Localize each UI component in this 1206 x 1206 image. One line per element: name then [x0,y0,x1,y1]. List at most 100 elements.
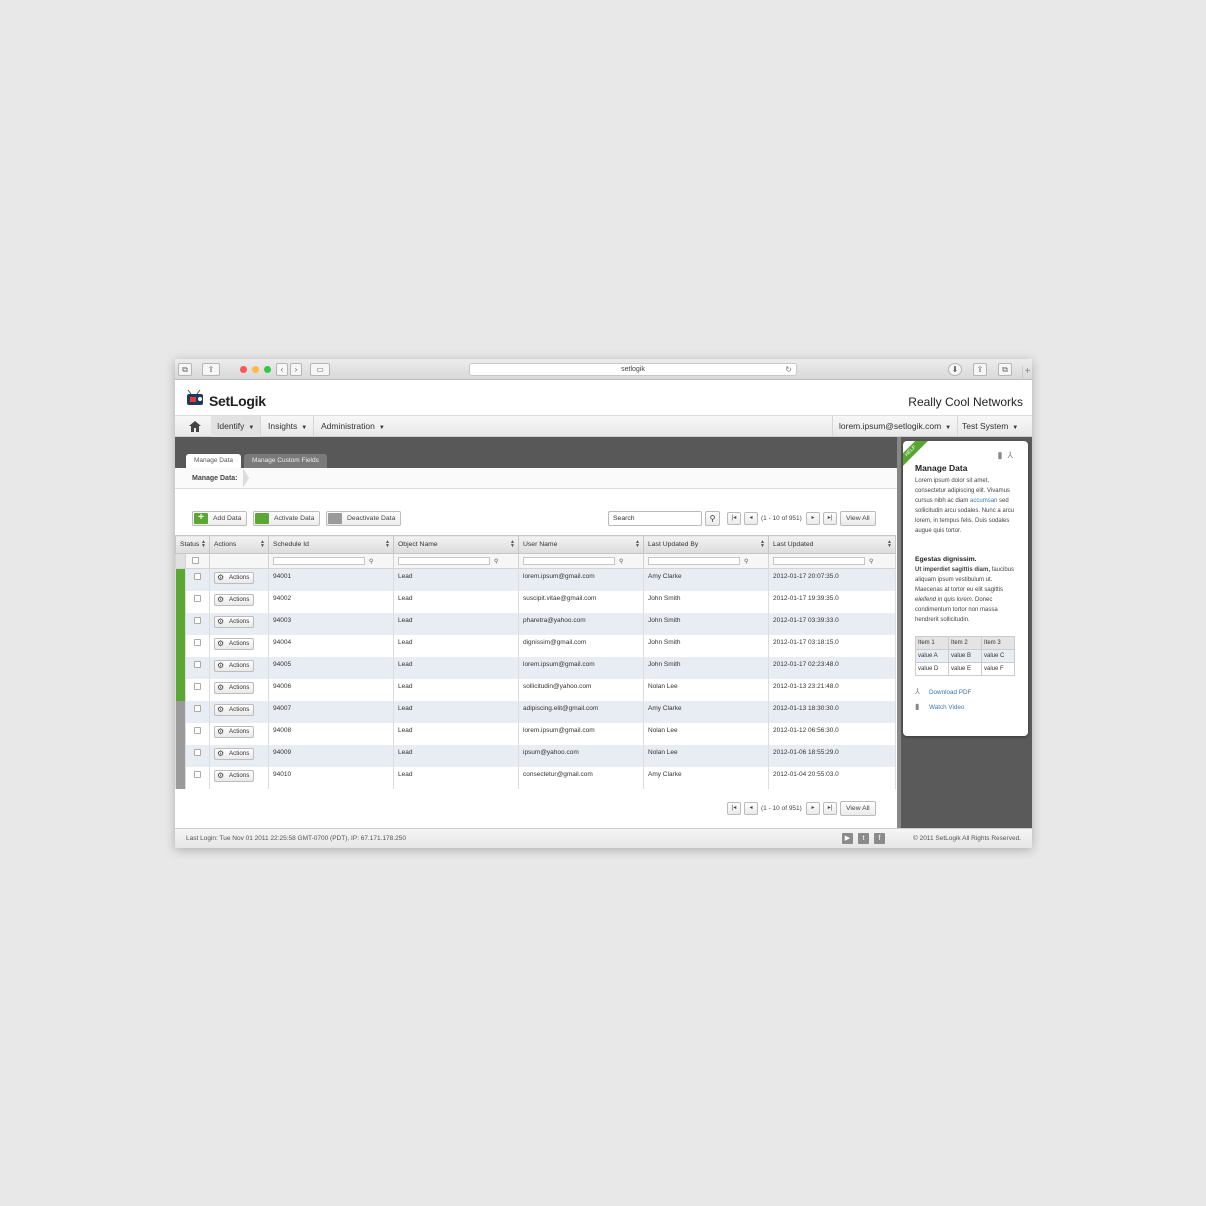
row-actions-button[interactable]: ⚙ Actions [214,593,254,606]
table-row[interactable]: ⚙ Actions 94003 Lead pharetra@yahoo.com John … [175,612,896,635]
row-checkbox[interactable] [194,638,201,646]
address-bar[interactable]: setlogik ↻ [469,363,797,376]
row-actions-button[interactable]: ⚙ Actions [214,747,254,760]
table-row[interactable]: ⚙ Actions 94004 Lead dignissim@gmail.com John… [175,634,896,657]
column-header-schedule-id[interactable]: Schedule Id ▲ ▼ [268,535,394,554]
row-actions-button[interactable]: ⚙ Actions [214,681,254,694]
row-checkbox[interactable] [194,594,201,602]
back-button[interactable]: ‹ [276,363,288,376]
row-actions-button[interactable]: ⚙ Actions [214,725,254,738]
search-icon[interactable]: ⚲ [705,511,720,526]
table-row[interactable]: ⚙ Actions 94009 Lead ipsum@yahoo.com Nolan Le… [175,744,896,767]
next-page-button[interactable]: ▸ [806,802,820,815]
row-checkbox[interactable] [194,726,201,734]
nav-identify[interactable]: Identify ▼ [211,416,262,437]
prev-page-button[interactable]: ◂ [744,802,758,815]
prev-page-button[interactable]: ◂ [744,512,758,525]
filter-input[interactable] [523,557,615,565]
nav-administration[interactable]: Administration ▼ [315,416,391,437]
sidebar-splitter[interactable] [897,437,901,828]
row-checkbox[interactable] [194,770,201,778]
system-menu[interactable]: Test System ▼ [956,416,1024,437]
last-page-button[interactable]: ▸| [823,802,837,815]
minimize-window-icon[interactable] [252,366,259,373]
chevron-down-icon: ▼ [248,425,255,431]
table-row[interactable]: ⚙ Actions 94005 Lead lorem.ipsum@gmail.com Jo… [175,656,896,679]
table-row[interactable]: ⚙ Actions 94007 Lead adipiscing.elit@gmail.c… [175,700,896,723]
column-header-last-updated-by[interactable]: Last Updated By ▲ ▼ [643,535,769,554]
search-icon[interactable]: ⚲ [869,559,873,565]
deactivate-data-button[interactable]: Deactivate Data [326,511,402,526]
first-page-button[interactable]: |◂ [727,802,741,815]
table-row[interactable]: ⚙ Actions 94008 Lead lorem.ipsum@gmail.com No… [175,722,896,745]
last-page-button[interactable]: ▸| [823,512,837,525]
row-actions-button[interactable]: ⚙ Actions [214,659,254,672]
column-header-actions[interactable]: Actions ▲ ▼ [209,535,269,554]
tab-manage-data[interactable]: Manage Data [186,454,242,468]
select-all-checkbox[interactable] [192,556,199,564]
filter-input[interactable] [773,557,865,565]
column-header-last-updated[interactable]: Last Updated ▲ ▼ [768,535,896,554]
search-icon[interactable]: ⚲ [494,559,498,565]
row-checkbox[interactable] [194,616,201,624]
home-icon [189,421,201,433]
search-icon[interactable]: ⚲ [744,559,748,565]
filter-input[interactable] [398,557,490,565]
table-row[interactable]: ⚙ Actions 94001 Lead lorem.ipsum@gmail.com Am… [175,568,896,591]
download-pdf-link[interactable]: ⅄ Download PDF [915,687,971,696]
twitter-icon[interactable]: t [858,833,869,844]
search-icon[interactable]: ⚲ [619,559,623,565]
row-actions-button[interactable]: ⚙ Actions [214,703,254,716]
row-checkbox[interactable] [194,704,201,712]
row-actions-button[interactable]: ⚙ Actions [214,637,254,650]
row-checkbox[interactable] [194,660,201,668]
nav-insights[interactable]: Insights ▼ [262,416,315,437]
help-link[interactable]: accumsan [970,498,997,504]
row-actions-button[interactable]: ⚙ Actions [214,615,254,628]
forward-button[interactable]: › [290,363,302,376]
first-page-button[interactable]: |◂ [727,512,741,525]
filter-row: ⚲ ⚲ ⚲ ⚲ ⚲ [175,553,896,569]
share-icon[interactable]: ⇪ [202,363,220,376]
view-all-button[interactable]: View All [840,801,876,816]
video-icon[interactable]: ▮ [998,450,1008,460]
downloads-icon[interactable]: ⬇ [948,363,962,376]
schedule-id-cell: 94004 [268,634,394,657]
reload-icon[interactable]: ↻ [785,364,792,375]
row-checkbox[interactable] [194,573,201,580]
search-icon[interactable]: ⚲ [369,559,373,565]
view-all-button[interactable]: View All [840,511,876,526]
watch-video-link[interactable]: ▮ Watch Video [915,702,964,711]
youtube-icon[interactable]: ▶ [842,833,853,844]
row-actions-button[interactable]: ⚙ Actions [214,769,254,782]
search-input[interactable]: Search [608,511,702,526]
zoom-window-icon[interactable] [264,366,271,373]
next-page-button[interactable]: ▸ [806,512,820,525]
new-tab-button[interactable]: + [1022,366,1032,379]
add-data-button[interactable]: + Add Data [192,511,248,526]
brand-name[interactable]: SetLogik [209,393,266,409]
tab-manage-custom-fields[interactable]: Manage Custom Fields [244,454,327,468]
tabs-overview-icon[interactable]: ⧉ [178,363,192,376]
row-actions-button[interactable]: ⚙ Actions [214,572,254,584]
table-row[interactable]: ⚙ Actions 94010 Lead consectetur@gmail.com Am… [175,766,896,789]
pdf-icon[interactable]: ⅄ [1008,450,1019,460]
table-row[interactable]: ⚙ Actions 94002 Lead suscipit.vitae@gmail.co… [175,590,896,613]
share-page-icon[interactable]: ⇪ [973,363,987,376]
activate-data-button[interactable]: Activate Data [253,511,321,526]
row-checkbox[interactable] [194,748,201,756]
filter-input[interactable] [648,557,740,565]
close-window-icon[interactable] [240,366,247,373]
data-table: Status ▲ ▼ Actions ▲ ▼ Schedule Id ▲ ▼ Object … [175,535,896,789]
sidebar-toggle-icon[interactable]: ▭ [310,363,330,376]
row-checkbox[interactable] [194,682,201,690]
filter-input[interactable] [273,557,365,565]
table-row[interactable]: ⚙ Actions 94006 Lead sollicitudin@yahoo.com N… [175,678,896,701]
column-header-status[interactable]: Status ▲ ▼ [175,535,210,554]
facebook-icon[interactable]: f [874,833,885,844]
column-header-user-name[interactable]: User Name ▲ ▼ [518,535,644,554]
nav-home[interactable] [185,416,205,437]
column-header-object-name[interactable]: Object Name ▲ ▼ [393,535,519,554]
tab-overview-icon[interactable]: ⧉ [998,363,1012,376]
user-menu[interactable]: lorem.ipsum@setlogik.com ▼ [832,416,959,437]
